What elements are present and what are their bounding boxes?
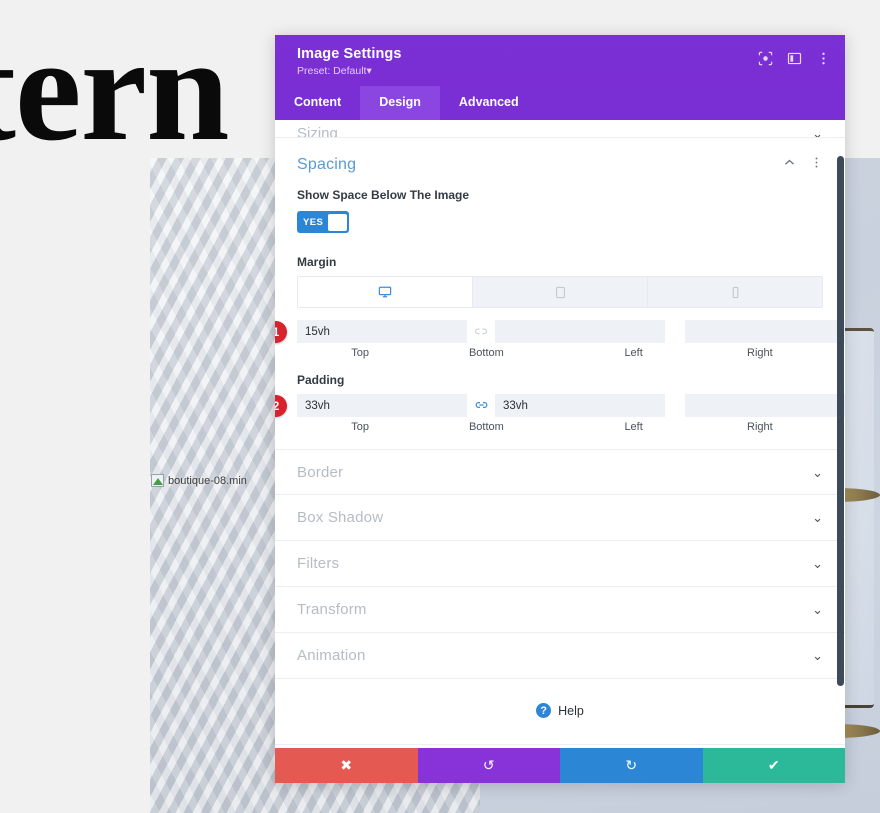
margin-left-right-group bbox=[685, 320, 845, 343]
accordion-filters-label: Filters bbox=[297, 555, 340, 572]
focus-icon[interactable] bbox=[758, 51, 773, 66]
padding-group-label: Padding bbox=[297, 373, 345, 387]
tablet-icon[interactable] bbox=[473, 277, 648, 307]
show-space-below-toggle[interactable]: YES bbox=[297, 211, 349, 233]
padding-inputs-row: 2 bbox=[275, 394, 845, 417]
modal-title: Image Settings bbox=[297, 46, 402, 62]
accordion-animation-label: Animation bbox=[297, 647, 366, 664]
margin-left-label: Left bbox=[624, 347, 643, 359]
desktop-icon[interactable] bbox=[298, 277, 473, 307]
modal-tabs: Content Design Advanced bbox=[275, 86, 845, 120]
broken-image-alt-text: boutique-08.min bbox=[168, 474, 247, 487]
chevron-down-icon: ⌄ bbox=[812, 510, 823, 525]
padding-bottom-input[interactable] bbox=[495, 394, 665, 417]
spacing-tools bbox=[783, 156, 823, 174]
accordion-border[interactable]: Border ⌄ bbox=[275, 449, 845, 495]
preset-label: Preset: Default bbox=[297, 65, 367, 77]
help-label: Help bbox=[558, 703, 584, 718]
chevron-down-icon: ⌄ bbox=[812, 126, 823, 138]
annotation-badge-1: 1 bbox=[275, 321, 287, 343]
padding-right-label: Right bbox=[747, 421, 773, 433]
modal-header: Image Settings Preset: Default▾ bbox=[275, 35, 845, 86]
save-button[interactable]: ✔ bbox=[702, 748, 845, 783]
padding-side-labels: Top Bottom Left Right bbox=[297, 421, 823, 433]
spacing-section-body: Show Space Below The Image YES Margin 1 … bbox=[275, 188, 845, 449]
broken-image-icon bbox=[151, 474, 164, 487]
tab-advanced[interactable]: Advanced bbox=[440, 86, 538, 120]
scrollbar-thumb[interactable] bbox=[837, 156, 844, 686]
chevron-up-icon[interactable] bbox=[783, 156, 796, 174]
accordion-border-label: Border bbox=[297, 463, 344, 481]
toggle-value-text: YES bbox=[303, 216, 324, 228]
help-icon: ? bbox=[536, 703, 552, 718]
cancel-button[interactable]: ✖ bbox=[275, 748, 418, 783]
more-vertical-icon[interactable] bbox=[816, 51, 831, 66]
margin-left-input[interactable] bbox=[685, 320, 845, 343]
spacing-title: Spacing bbox=[297, 156, 357, 173]
chevron-down-icon: ⌄ bbox=[812, 602, 823, 617]
chevron-down-icon: ⌄ bbox=[812, 464, 823, 480]
preset-selector[interactable]: Preset: Default▾ bbox=[297, 65, 829, 77]
accordion-transform-label: Transform bbox=[297, 601, 367, 618]
broken-image-placeholder: boutique-08.min bbox=[151, 474, 247, 487]
redo-button[interactable]: ↻ bbox=[560, 748, 703, 783]
padding-left-input[interactable] bbox=[685, 394, 845, 417]
padding-left-right-group bbox=[685, 394, 845, 417]
accordion-box-shadow-label: Box Shadow bbox=[297, 509, 384, 526]
margin-side-labels: Top Bottom Left Right bbox=[297, 347, 823, 359]
tab-design[interactable]: Design bbox=[360, 86, 440, 120]
toggle-knob bbox=[328, 213, 347, 231]
undo-button[interactable]: ↺ bbox=[417, 748, 560, 783]
padding-left-label: Left bbox=[624, 421, 643, 433]
tab-content[interactable]: Content bbox=[275, 86, 360, 120]
margin-top-bottom-group bbox=[297, 320, 665, 343]
accordion-box-shadow[interactable]: Box Shadow ⌄ bbox=[275, 495, 845, 541]
modal-scrollbar[interactable] bbox=[836, 120, 845, 748]
modal-body: Sizing ⌄ Spacing Show Space Below The Im… bbox=[275, 120, 845, 748]
show-space-below-label: Show Space Below The Image bbox=[297, 188, 470, 202]
help-link[interactable]: ? Help bbox=[275, 679, 845, 745]
image-settings-modal: Image Settings Preset: Default▾ Content … bbox=[275, 35, 845, 783]
accordion-sizing-label: Sizing bbox=[297, 125, 338, 138]
spacing-section-header[interactable]: Spacing bbox=[275, 138, 845, 188]
margin-inputs-row: 1 bbox=[275, 320, 845, 343]
padding-bottom-label: Bottom bbox=[468, 421, 504, 433]
padding-top-label: Top bbox=[351, 421, 369, 433]
preset-caret-icon: ▾ bbox=[366, 65, 372, 77]
margin-bottom-input[interactable] bbox=[495, 320, 665, 343]
annotation-badge-2: 2 bbox=[275, 395, 287, 417]
margin-top-bottom-link-icon[interactable] bbox=[467, 325, 495, 339]
padding-top-bottom-link-icon[interactable] bbox=[467, 398, 495, 413]
padding-top-bottom-group bbox=[297, 394, 665, 417]
padding-top-input[interactable] bbox=[297, 394, 467, 417]
margin-right-label: Right bbox=[747, 347, 773, 359]
margin-bottom-label: Bottom bbox=[468, 347, 504, 359]
section-spacing: Spacing Show Space Below The Image YES M… bbox=[275, 138, 845, 449]
hero-headline: tern bbox=[0, 6, 230, 172]
accordion-sizing[interactable]: Sizing ⌄ bbox=[275, 120, 845, 138]
margin-top-label: Top bbox=[351, 347, 369, 359]
margin-device-tabs bbox=[297, 276, 823, 308]
modal-footer: ✖ ↺ ↻ ✔ bbox=[275, 748, 845, 783]
accordion-filters[interactable]: Filters ⌄ bbox=[275, 541, 845, 587]
margin-top-input[interactable] bbox=[297, 320, 467, 343]
layout-columns-icon[interactable] bbox=[787, 51, 802, 66]
chevron-down-icon: ⌄ bbox=[812, 556, 823, 571]
chevron-down-icon: ⌄ bbox=[812, 648, 823, 663]
accordion-transform[interactable]: Transform ⌄ bbox=[275, 587, 845, 633]
more-vertical-icon[interactable] bbox=[810, 156, 823, 174]
accordion-animation[interactable]: Animation ⌄ bbox=[275, 633, 845, 679]
modal-header-actions bbox=[758, 51, 831, 66]
phone-icon[interactable] bbox=[648, 277, 822, 307]
margin-group-label: Margin bbox=[297, 255, 337, 269]
